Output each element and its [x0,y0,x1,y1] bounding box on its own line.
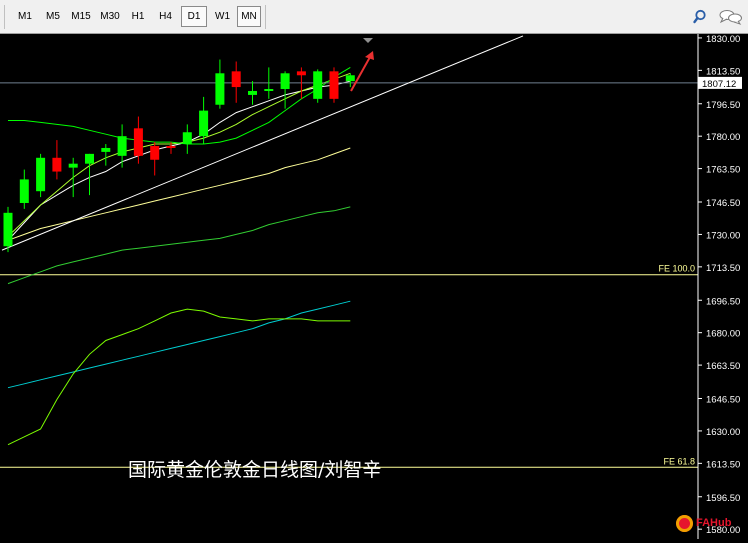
timeframe-m15-button[interactable]: M15 [68,6,94,27]
price-tick-label: 1830.00 [706,34,740,45]
moving-average-line [7,308,351,446]
candle-body[interactable] [101,147,111,152]
candle-body[interactable] [166,146,176,148]
candlesticks [3,59,355,253]
logo-text: FAHub [696,517,732,529]
chat-icon[interactable] [718,7,744,27]
candle-body[interactable] [68,163,78,168]
candle-body[interactable] [231,71,241,88]
price-tick-label: 1613.50 [706,459,740,470]
candle-body[interactable] [199,110,209,137]
fe-100-line-label: FE 100.0 [658,264,695,274]
candle-body[interactable] [133,128,143,156]
current-price-label: 1807.12 [702,79,736,90]
candle-body[interactable] [329,71,339,99]
candle-body[interactable] [3,212,13,247]
moving-average-line [8,66,351,145]
candle-body[interactable] [248,90,257,95]
candle-body[interactable] [150,146,160,160]
price-axis: 1830.00 1813.50 1796.50 1780.00 1763.50 1746.… [697,34,740,539]
moving-average-line [7,300,351,389]
price-tick-label: 1780.00 [706,132,740,143]
price-tick-label: 1763.50 [706,165,740,176]
toolbar-separator [4,5,5,29]
price-tick-label: 1680.00 [706,329,740,340]
moving-average-line [7,72,351,237]
price-tick-label: 1813.50 [706,66,740,77]
candle-body[interactable] [264,89,274,91]
toolbar-separator [265,5,266,29]
fe-61-8-line-label: FE 61.8 [663,456,695,466]
drawing-objects: 1807.12 [0,35,742,251]
timeframe-m30-button[interactable]: M30 [96,6,124,27]
price-tick-label: 1663.50 [706,361,740,372]
timeframe-w1-button[interactable]: W1 [209,6,236,27]
trendline[interactable] [1,35,524,251]
candle-body[interactable] [19,179,29,203]
price-tick-label: 1796.50 [706,100,740,111]
timeframe-h4-button[interactable]: H4 [152,6,179,27]
candle-body[interactable] [345,75,355,82]
timeframe-m5-button[interactable]: M5 [39,6,67,27]
timeframe-h1-button[interactable]: H1 [125,6,151,27]
price-tick-label: 1730.00 [706,230,740,241]
timeframe-mn-button[interactable]: MN [237,6,261,27]
candle-body[interactable] [182,132,192,145]
price-tick-label: 1746.50 [706,198,740,209]
timeframe-d1-button[interactable]: D1 [181,6,207,27]
fibonacci-levels: FE 100.0 FE 61.8 [0,264,698,468]
price-tick-label: 1696.50 [706,296,740,307]
timeframe-m1-button[interactable]: M1 [12,6,38,27]
timeframe-toolbar: M1 M5 M15 M30 H1 H4 D1 W1 MN [0,0,748,34]
price-tick-label: 1630.00 [706,427,740,438]
price-tick-label: 1713.50 [706,263,740,274]
search-icon[interactable] [692,7,712,27]
candle-body[interactable] [85,153,94,164]
moving-averages [7,66,351,446]
candle-body[interactable] [313,71,323,99]
candle-body[interactable] [215,73,225,105]
trend-arrow [350,56,371,92]
price-tick-label: 1596.50 [706,493,740,504]
price-chart[interactable]: FE 100.0 FE 61.8 1807.12 1830.00 1813.50 17… [0,34,748,539]
fahub-logo: FAHub [676,513,731,533]
candle-body[interactable] [36,157,46,192]
candle-body[interactable] [296,71,306,76]
chart-watermark: 国际黄金伦敦金日线图/刘智辛 [128,459,382,481]
chart-shift-marker[interactable] [363,38,373,43]
candle-body[interactable] [52,157,62,172]
candle-body[interactable] [117,136,127,156]
candle-body[interactable] [280,73,290,90]
price-tick-label: 1646.50 [706,395,740,406]
moving-average-line [7,206,351,285]
weibo-icon [676,514,693,532]
